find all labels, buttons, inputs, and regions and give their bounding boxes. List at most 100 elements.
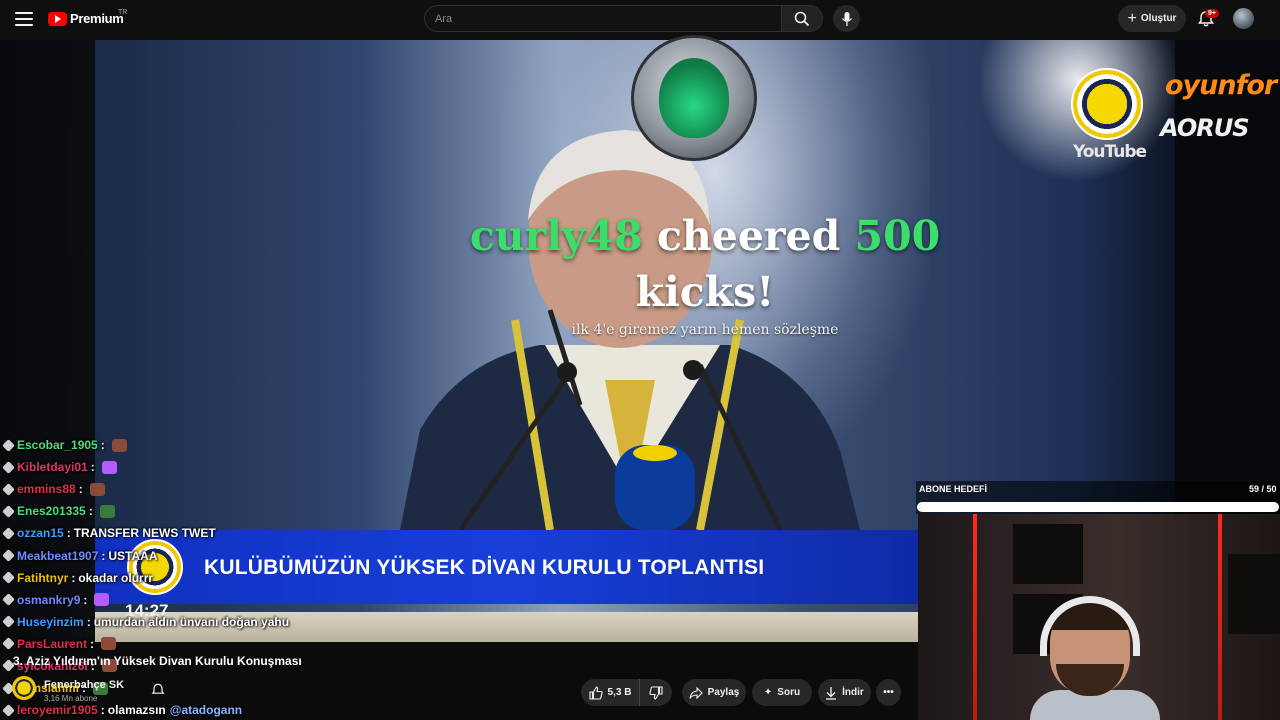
chat-username[interactable]: osmankry9 (17, 593, 80, 607)
chat-username[interactable]: Meakbeat1907 (17, 549, 98, 563)
subscriber-goal-label: ABONE HEDEFİ (919, 484, 988, 494)
chat-separator: : (83, 592, 88, 607)
thumbs-up-icon (588, 685, 603, 700)
chat-separator: : (78, 482, 83, 497)
chat-separator: : (86, 614, 91, 629)
chat-message: Fatihtnyr: okadar olurrr (0, 567, 330, 589)
chat-username[interactable]: ParsLaurent (17, 637, 87, 651)
voice-search-button[interactable] (833, 5, 860, 32)
share-label: Paylaş (707, 687, 740, 698)
notifications-badge: 9+ (1205, 9, 1219, 18)
chat-separator: : (66, 526, 71, 541)
brand-region: TR (118, 9, 128, 16)
subscriber-goal-progress-bar (917, 502, 1279, 512)
chat-separator: : (88, 504, 93, 519)
chat-emote-icon (101, 637, 117, 651)
chat-message: Kibletdayi01: (0, 456, 330, 478)
chat-message: emmins88: (0, 478, 330, 500)
chat-mention[interactable]: @atadogann (170, 703, 242, 717)
top-bar: Premium TR + Oluştur 9+ (0, 0, 1280, 38)
chat-message: Escobar_1905: (0, 434, 330, 456)
ask-button[interactable]: ✦ Soru (752, 679, 812, 706)
subscription-bell-icon[interactable] (150, 682, 166, 698)
subscriber-goal-count: 59 / 50 (1249, 484, 1277, 494)
chat-emote-icon (94, 593, 110, 607)
download-label: İndir (842, 687, 864, 698)
chat-badge-icon (2, 593, 15, 607)
search-button[interactable] (781, 5, 823, 32)
cheer-message: ilk 4'e giremez yarın hemen sözleşme (571, 322, 839, 338)
hamburger-menu-icon[interactable] (14, 9, 34, 29)
chat-message: Meakbeat1907: USTAAA (0, 544, 330, 566)
chat-message: Enes201335: (0, 500, 330, 522)
chat-badge-icon (2, 549, 15, 562)
chat-username[interactable]: Enes201335 (17, 504, 86, 518)
chat-username[interactable]: Fatihtnyr (17, 571, 68, 585)
chat-emote-icon (101, 460, 117, 474)
download-icon (826, 686, 837, 700)
subscriber-goal-fill (919, 504, 1277, 510)
search-icon (794, 11, 810, 26)
chat-badge-icon (2, 571, 15, 584)
chat-message: ozzan15: TRANSFER NEWS TWET (0, 522, 330, 544)
chat-emote-icon (89, 482, 105, 496)
cheer-amount: 500 (854, 212, 941, 260)
chat-badge-icon (2, 504, 15, 518)
search-input[interactable] (425, 6, 781, 31)
chat-badge-icon (2, 703, 15, 717)
channel-subscriber-count: 3,16 Mn abone (44, 694, 98, 703)
download-button[interactable]: İndir (818, 679, 871, 706)
like-button[interactable]: 5,3 B (581, 679, 639, 706)
cheer-verb: cheered (642, 212, 855, 260)
chat-message: ParsLaurent: (0, 633, 330, 655)
chat-message: osmankry9: (0, 589, 330, 611)
video-title: 3. Aziz Yıldırım'ın Yüksek Divan Kurulu … (13, 654, 302, 668)
chat-separator: : (71, 570, 76, 585)
microphone-icon (841, 11, 852, 26)
chat-username[interactable]: Kibletdayi01 (17, 460, 88, 474)
share-arrow-icon (689, 686, 703, 699)
led-strip (1218, 514, 1222, 720)
more-dots-icon: ••• (883, 687, 894, 698)
cheer-unit: kicks! (635, 268, 775, 316)
chat-username[interactable]: emmins88 (17, 482, 76, 496)
chat-text: okadar olurrr (78, 570, 154, 585)
stage-backdrop-light (960, 40, 1175, 200)
youtube-premium-logo[interactable]: Premium TR (48, 9, 128, 26)
cheer-emblem (631, 35, 757, 161)
collectibles-shelf (1013, 524, 1083, 584)
chat-separator: : (101, 548, 106, 563)
chat-badge-icon (2, 482, 15, 496)
chat-username[interactable]: ozzan15 (17, 526, 64, 540)
dislike-button[interactable] (639, 679, 672, 706)
channel-avatar[interactable] (12, 676, 36, 700)
chat-username[interactable]: leroyemir1905 (17, 703, 98, 717)
channel-name[interactable]: Fenerbahçe SK (44, 679, 124, 691)
chat-separator: : (100, 703, 105, 718)
chat-badge-icon (2, 438, 15, 452)
chat-badge-icon (2, 615, 15, 629)
chat-text: olamazsın (107, 703, 166, 718)
share-button[interactable]: Paylaş (682, 679, 746, 706)
club-youtube-label: YouTube (1073, 142, 1147, 162)
brand-label: Premium (70, 11, 124, 26)
cheer-alert: curly48 cheered 500 kicks! (440, 210, 970, 322)
chat-separator: : (90, 636, 95, 651)
skull-flame-icon (659, 58, 729, 138)
plus-icon: + (1127, 9, 1137, 27)
chat-username[interactable]: Huseyinzim (17, 615, 84, 629)
chat-badge-icon (2, 637, 15, 651)
chat-emote-icon (111, 438, 127, 452)
youtube-play-icon (48, 11, 67, 26)
more-actions-button[interactable]: ••• (876, 679, 901, 706)
create-button[interactable]: + Oluştur (1118, 5, 1186, 32)
cheer-username: curly48 (469, 212, 643, 260)
led-strip (973, 514, 977, 720)
chat-text: TRANSFER NEWS TWET (73, 526, 216, 541)
chat-message: Huseyinzim: umurdan aldın ünvanı doğan ya… (0, 611, 330, 633)
account-avatar[interactable] (1233, 8, 1254, 29)
thumbs-down-icon (649, 685, 663, 700)
chat-username[interactable]: Escobar_1905 (17, 438, 98, 452)
chat-text: USTAAA (108, 548, 158, 563)
speaker-cabinet (1228, 554, 1280, 634)
